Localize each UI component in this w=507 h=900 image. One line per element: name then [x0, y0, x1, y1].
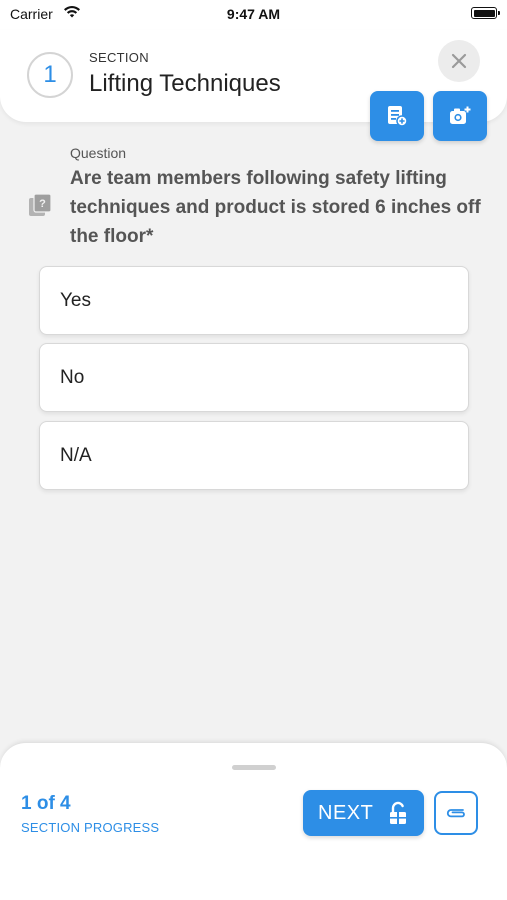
clock: 9:47 AM — [226, 6, 281, 22]
section-caption: SECTION — [89, 50, 149, 65]
question-text: Are team members following safety liftin… — [70, 168, 481, 247]
section-progress-count: 1 of 4 — [21, 793, 71, 814]
answer-option-no[interactable]: No — [39, 343, 469, 412]
answer-option-yes[interactable]: Yes — [39, 266, 469, 335]
section-number-badge: 1 — [27, 52, 73, 98]
paperclip-icon — [446, 809, 465, 818]
answer-option-na[interactable]: N/A — [39, 421, 469, 490]
question-icon: ? — [28, 193, 52, 222]
bottom-sheet: 1 of 4 SECTION PROGRESS NEXT — [0, 742, 507, 900]
next-button-label: NEXT — [318, 801, 374, 824]
add-note-icon — [388, 106, 408, 127]
close-icon — [451, 53, 467, 69]
attachment-button[interactable] — [434, 791, 478, 835]
battery-icon — [471, 7, 500, 19]
unlock-icon — [390, 801, 406, 824]
section-title: Lifting Techniques — [89, 70, 281, 97]
add-photo-button[interactable] — [433, 91, 487, 141]
add-note-button[interactable] — [370, 91, 424, 141]
svg-text:?: ? — [39, 198, 46, 210]
drag-handle[interactable] — [232, 765, 276, 770]
next-button[interactable]: NEXT — [303, 790, 424, 836]
question-caption: Question — [70, 145, 127, 161]
close-button[interactable] — [438, 40, 480, 82]
status-bar: Carrier 9:47 AM — [0, 0, 507, 30]
section-progress-label: SECTION PROGRESS — [21, 820, 160, 835]
section-header: 1 SECTION Lifting Techniques — [0, 30, 507, 122]
add-photo-icon — [450, 106, 471, 124]
